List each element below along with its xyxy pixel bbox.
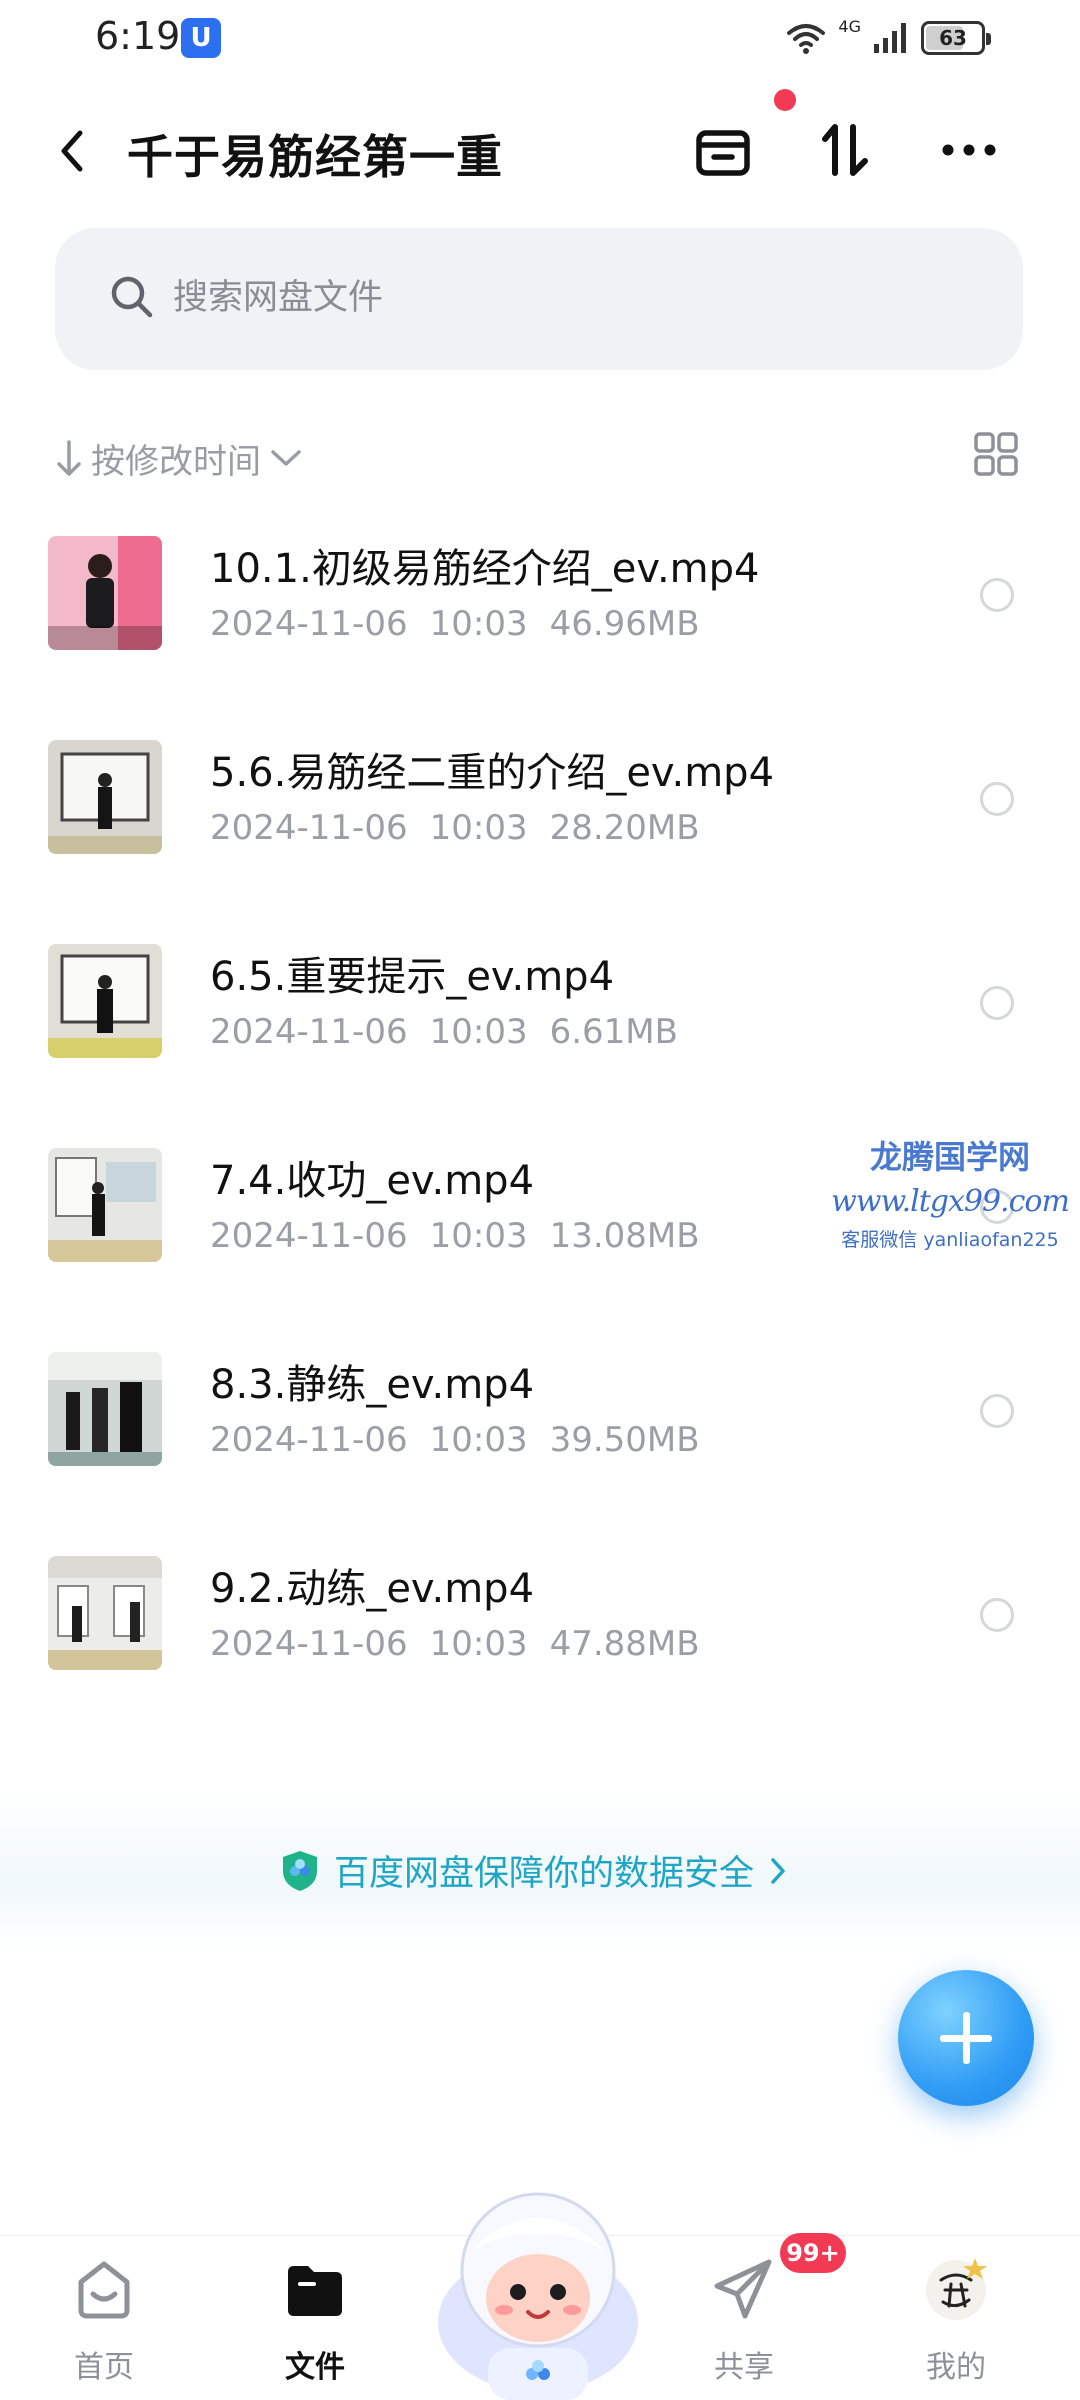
shield-icon xyxy=(283,1850,317,1891)
nav-mine-label: 我的 xyxy=(926,2350,986,2385)
file-time: 10:03 xyxy=(429,1420,528,1460)
watermark-url: www.ltgx99.com xyxy=(831,1184,1070,1219)
sort-label: 按修改时间 xyxy=(91,441,261,482)
video-thumbnail xyxy=(48,1148,162,1262)
home-icon xyxy=(78,2261,130,2319)
file-size: 28.20MB xyxy=(549,808,700,848)
video-thumbnail xyxy=(48,536,162,650)
file-name: 6.5.重要提示_ev.mp4 xyxy=(210,954,615,1000)
file-name: 8.3.静练_ev.mp4 xyxy=(210,1362,535,1408)
add-button[interactable] xyxy=(898,1970,1034,2106)
grid-view-icon[interactable] xyxy=(972,430,1020,478)
watermark: 龙腾国学网 www.ltgx99.com 客服微信 yanliaofan225 xyxy=(830,1132,1070,1252)
select-radio[interactable] xyxy=(980,1394,1014,1428)
file-meta: 2024-11-06 10:03 28.20MB xyxy=(210,808,722,848)
wifi-icon xyxy=(787,24,826,54)
file-date: 2024-11-06 xyxy=(210,1012,408,1052)
file-row[interactable]: 10.1.初级易筋经介绍_ev.mp4 2024-11-06 10:03 46.96… xyxy=(0,500,1080,704)
top-bar: 千于易筋经第一重 xyxy=(0,89,1080,205)
file-name: 9.2.动练_ev.mp4 xyxy=(210,1566,535,1612)
file-row[interactable]: 5.6.易筋经二重的介绍_ev.mp4 2024-11-06 10:03 28.20… xyxy=(0,704,1080,908)
back-arrow-icon[interactable] xyxy=(50,123,94,179)
file-meta: 2024-11-06 10:03 6.61MB xyxy=(210,1012,700,1052)
file-date: 2024-11-06 xyxy=(210,808,408,848)
security-banner[interactable]: 百度网盘保障你的数据安全 xyxy=(0,1790,1080,1950)
file-time: 10:03 xyxy=(429,604,528,644)
nav-files-label: 文件 xyxy=(285,2350,345,2385)
file-time: 10:03 xyxy=(429,1216,528,1256)
file-row[interactable]: 6.5.重要提示_ev.mp4 2024-11-06 10:03 6.61MB xyxy=(0,908,1080,1112)
watermark-title: 龙腾国学网 xyxy=(869,1138,1030,1176)
battery-indicator: 63 xyxy=(921,21,991,55)
file-time: 10:03 xyxy=(429,808,528,848)
select-radio[interactable] xyxy=(980,986,1014,1020)
nav-home[interactable]: 首页 xyxy=(34,2254,174,2386)
file-date: 2024-11-06 xyxy=(210,1420,408,1460)
video-thumbnail xyxy=(48,1556,162,1670)
search-bar[interactable] xyxy=(55,228,1023,370)
file-time: 10:03 xyxy=(429,1624,528,1664)
nav-mine[interactable]: 我的 xyxy=(886,2254,1026,2386)
file-row[interactable]: 8.3.静练_ev.mp4 2024-11-06 10:03 39.50MB xyxy=(0,1316,1080,1520)
status-time: 6:19 xyxy=(95,14,181,58)
security-banner-content: 百度网盘保障你的数据安全 xyxy=(280,1845,788,1896)
page-title: 千于易筋经第一重 xyxy=(127,130,503,184)
file-row[interactable]: 9.2.动练_ev.mp4 2024-11-06 10:03 47.88MB xyxy=(0,1520,1080,1724)
search-input[interactable] xyxy=(173,268,953,328)
chevron-down-icon xyxy=(271,450,301,466)
file-meta: 2024-11-06 10:03 39.50MB xyxy=(210,1420,722,1460)
sort-control[interactable]: 按修改时间 xyxy=(55,428,303,488)
file-date: 2024-11-06 xyxy=(210,1216,408,1256)
file-size: 6.61MB xyxy=(549,1012,678,1052)
transfer-box-icon[interactable] xyxy=(690,117,756,183)
signal-icon xyxy=(874,23,906,53)
file-meta: 2024-11-06 10:03 46.96MB xyxy=(210,604,722,644)
arrow-down-icon xyxy=(57,440,81,476)
notification-app-icon: U xyxy=(181,18,221,58)
file-name: 5.6.易筋经二重的介绍_ev.mp4 xyxy=(210,750,775,796)
video-thumbnail xyxy=(48,740,162,854)
paper-plane-icon xyxy=(714,2259,772,2319)
status-bar: 6:19 U 4G 63 xyxy=(0,0,1080,80)
sort-arrows-icon[interactable] xyxy=(813,117,879,183)
folder-icon xyxy=(288,2266,342,2316)
assistant-mascot-icon[interactable] xyxy=(428,2172,648,2400)
file-list: 10.1.初级易筋经介绍_ev.mp4 2024-11-06 10:03 46.96… xyxy=(0,500,1080,1724)
file-name: 10.1.初级易筋经介绍_ev.mp4 xyxy=(210,546,760,592)
profile-avatar-icon xyxy=(926,2258,987,2320)
notification-dot xyxy=(774,89,796,111)
file-size: 47.88MB xyxy=(549,1624,700,1664)
status-indicators: 4G 63 xyxy=(786,16,991,60)
share-count-badge: 99+ xyxy=(780,2233,846,2273)
video-thumbnail xyxy=(48,1352,162,1466)
file-date: 2024-11-06 xyxy=(210,1624,408,1664)
network-type: 4G xyxy=(838,16,861,36)
file-meta: 2024-11-06 10:03 13.08MB xyxy=(210,1216,722,1256)
security-text: 百度网盘保障你的数据安全 xyxy=(334,1854,755,1894)
file-meta: 2024-11-06 10:03 47.88MB xyxy=(210,1624,722,1664)
select-radio[interactable] xyxy=(980,782,1014,816)
chevron-right-icon xyxy=(771,1857,785,1884)
nav-files[interactable]: 文件 xyxy=(245,2254,385,2386)
select-radio[interactable] xyxy=(980,578,1014,612)
search-icon xyxy=(111,276,153,318)
file-time: 10:03 xyxy=(429,1012,528,1052)
nav-share[interactable]: 共享 xyxy=(674,2254,814,2386)
select-radio[interactable] xyxy=(980,1598,1014,1632)
nav-home-label: 首页 xyxy=(74,2350,134,2385)
video-thumbnail xyxy=(48,944,162,1058)
nav-share-label: 共享 xyxy=(714,2350,774,2385)
file-size: 46.96MB xyxy=(549,604,700,644)
file-name: 7.4.收功_ev.mp4 xyxy=(210,1158,535,1204)
file-date: 2024-11-06 xyxy=(210,604,408,644)
battery-level: 63 xyxy=(939,26,967,50)
more-options-icon[interactable] xyxy=(936,117,1002,183)
file-size: 13.08MB xyxy=(549,1216,700,1256)
watermark-contact: 客服微信 yanliaofan225 xyxy=(841,1229,1059,1251)
file-size: 39.50MB xyxy=(549,1420,700,1460)
